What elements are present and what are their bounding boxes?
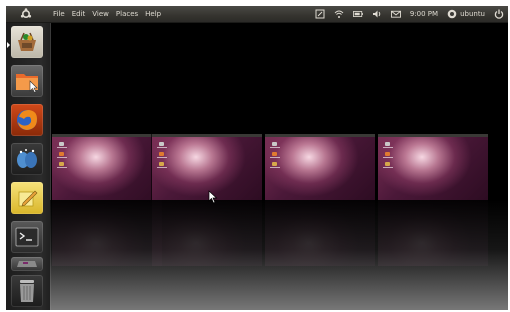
user-icon[interactable] — [447, 9, 457, 19]
power-icon[interactable] — [494, 9, 504, 19]
trash-icon[interactable] — [11, 275, 43, 307]
desktop-icon — [159, 152, 164, 156]
menu-file[interactable]: File — [53, 6, 65, 22]
mouse-cursor-icon — [208, 189, 218, 204]
workspace-3[interactable] — [265, 134, 375, 200]
user-name[interactable]: ubuntu — [460, 6, 485, 22]
workspace-panel — [378, 134, 488, 137]
floor-gradient — [50, 200, 508, 310]
workspace-panel — [52, 134, 162, 137]
menu-bar: File Edit View Places Help — [53, 6, 161, 22]
home-folder-icon[interactable] — [11, 65, 43, 97]
wifi-icon[interactable] — [334, 9, 344, 19]
clock[interactable]: 9:00 PM — [410, 6, 438, 22]
desktop-icon-label — [57, 147, 67, 148]
desktop-icon-label — [270, 147, 280, 148]
workspace-1[interactable] — [52, 134, 162, 200]
battery-icon[interactable] — [352, 9, 363, 19]
firefox-icon[interactable] — [11, 104, 43, 136]
desktop-icon — [272, 162, 277, 166]
desktop-icon — [385, 142, 390, 146]
desktop-screen: File Edit View Places Help 9:00 PM ubunt… — [6, 6, 508, 310]
workspace-switcher-icon[interactable] — [11, 257, 43, 271]
menu-help[interactable]: Help — [145, 6, 161, 22]
workspace-panel — [152, 134, 262, 137]
menu-view[interactable]: View — [92, 6, 109, 22]
menu-edit[interactable]: Edit — [72, 6, 86, 22]
top-panel: File Edit View Places Help 9:00 PM ubunt… — [6, 6, 508, 23]
desktop-icon-label — [383, 167, 393, 168]
desktop-icon-label — [270, 157, 280, 158]
workspace-4[interactable] — [378, 134, 488, 200]
desktop-icon — [272, 152, 277, 156]
menu-places[interactable]: Places — [116, 6, 138, 22]
desktop-icon-label — [157, 167, 167, 168]
desktop-icon — [59, 142, 64, 146]
desktop-icon-label — [57, 157, 67, 158]
volume-icon[interactable] — [372, 9, 382, 19]
desktop-icon-label — [383, 147, 393, 148]
desktop-icon-label — [157, 157, 167, 158]
desktop-icon — [59, 162, 64, 166]
desktop-icon — [272, 142, 277, 146]
desktop-icon-label — [157, 147, 167, 148]
desktop-icon-label — [270, 167, 280, 168]
terminal-icon[interactable] — [11, 221, 43, 253]
launcher — [6, 23, 51, 310]
desktop-icon — [385, 152, 390, 156]
desktop-icon-label — [383, 157, 393, 158]
running-indicator — [7, 42, 10, 48]
notes-icon[interactable] — [315, 9, 325, 19]
indicator-tray: 9:00 PM ubuntu — [315, 6, 504, 22]
workspace-panel — [265, 134, 375, 137]
ubuntu-logo-icon[interactable] — [20, 8, 32, 20]
desktop-icon — [159, 142, 164, 146]
desktop-icon-label — [57, 167, 67, 168]
desktop-icon — [385, 162, 390, 166]
desktop-icon — [59, 152, 64, 156]
workspace-2[interactable] — [152, 134, 262, 200]
software-center-icon[interactable] — [11, 26, 43, 58]
mail-icon[interactable] — [390, 9, 401, 19]
empathy-icon[interactable] — [11, 143, 43, 175]
desktop-icon — [159, 162, 164, 166]
notes-app-icon[interactable] — [11, 182, 43, 214]
